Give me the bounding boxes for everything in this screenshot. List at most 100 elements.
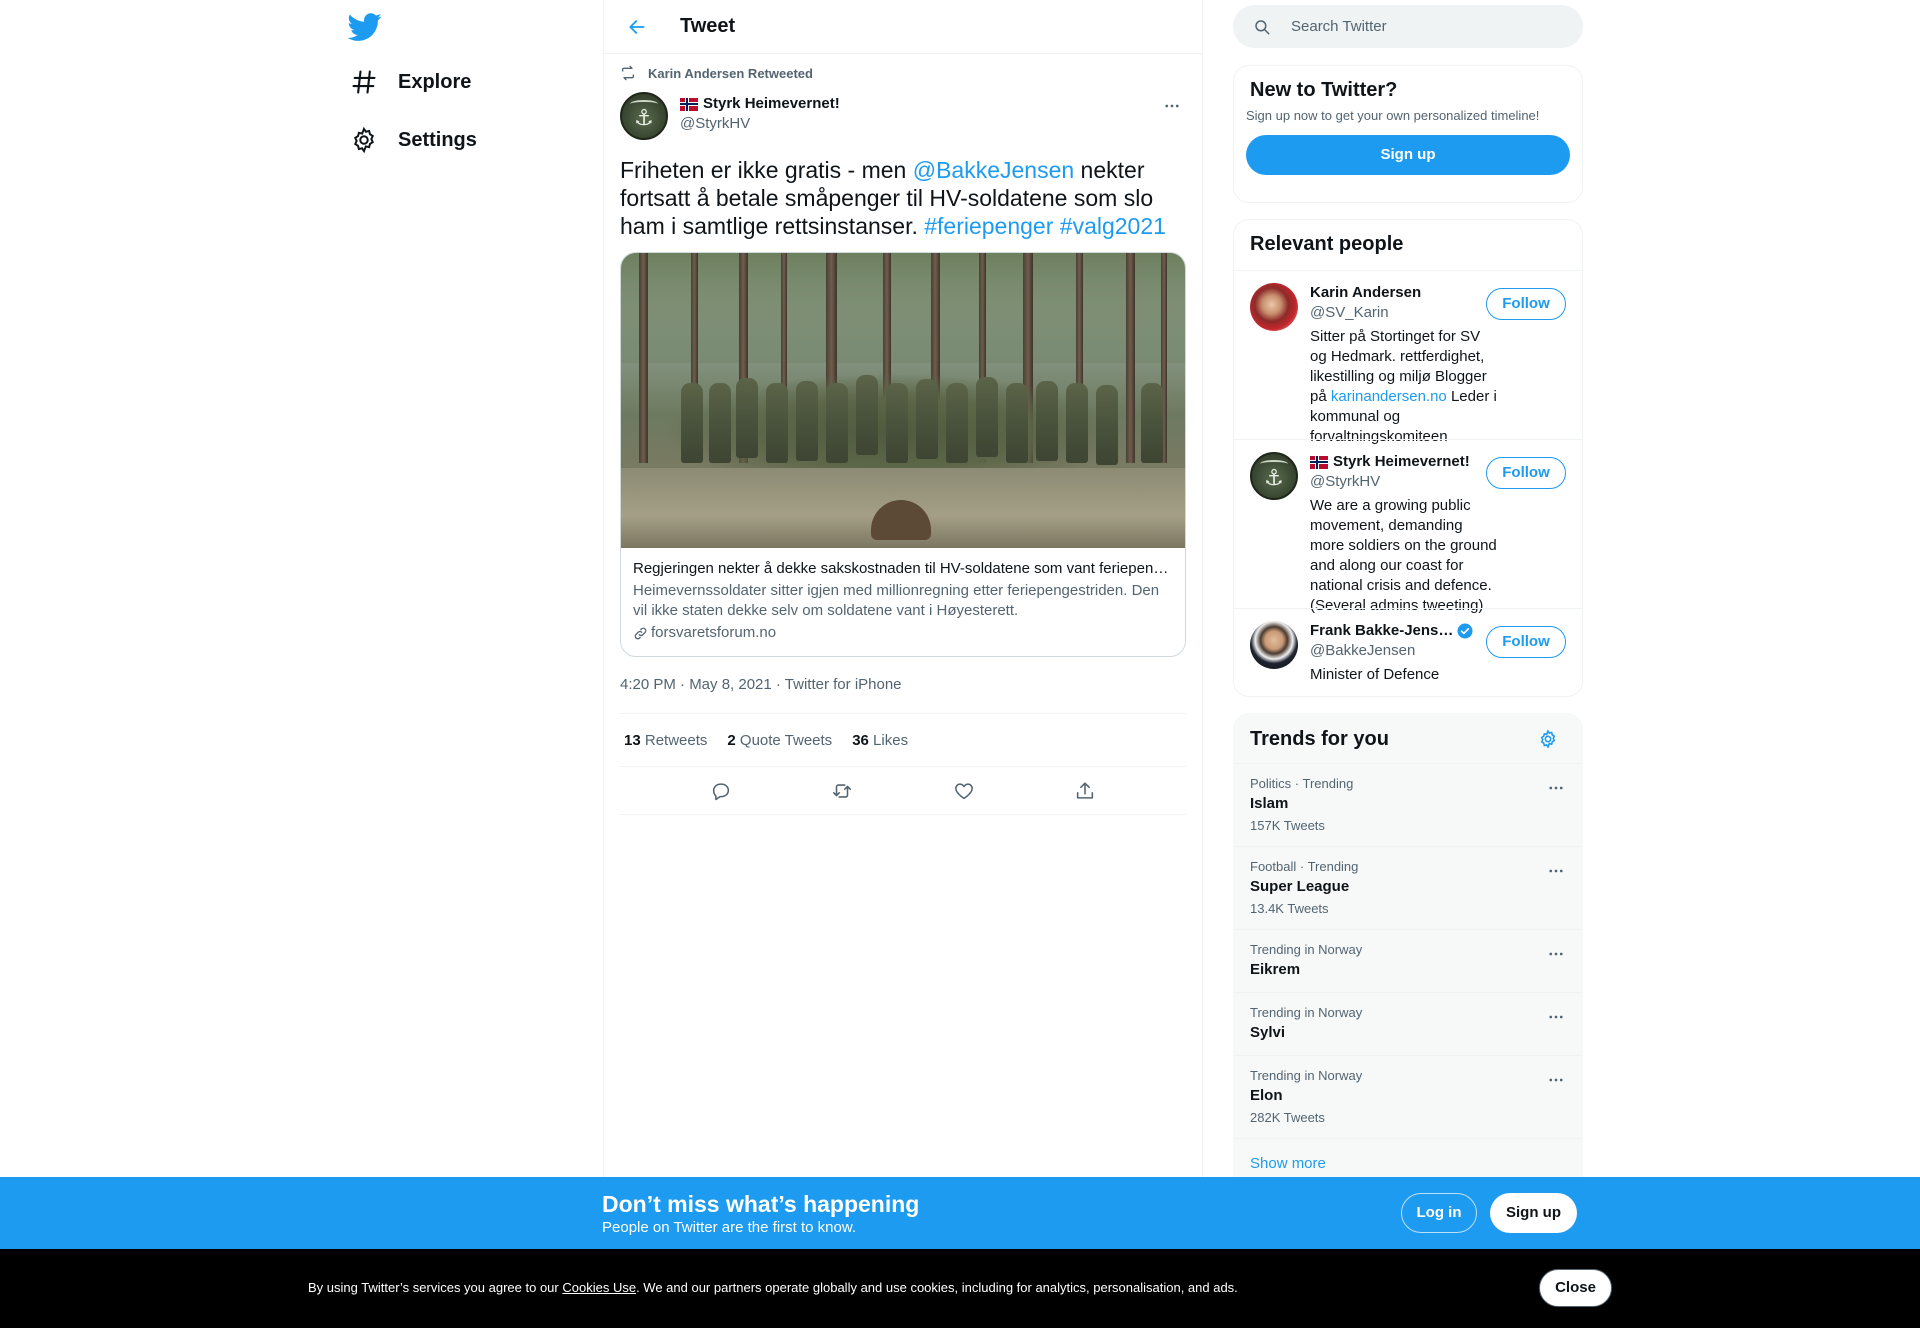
more-dots-icon: [1547, 1071, 1565, 1089]
more-dots-icon: [1547, 779, 1565, 797]
hashtag-link[interactable]: #valg2021: [1060, 213, 1166, 239]
tweet-actions: [620, 767, 1186, 815]
new-to-twitter-box: New to Twitter? Sign up now to get your …: [1233, 65, 1583, 203]
tweet-stats: 13 Retweets 2 Quote Tweets 36 Likes: [620, 714, 1186, 767]
relevant-people-title: Relevant people: [1250, 233, 1404, 255]
tweet: Karin Andersen Retweeted ⚓ Styrk Heimeve…: [604, 54, 1202, 815]
banner-subtitle: People on Twitter are the first to know.: [602, 1219, 857, 1236]
trend-more-button[interactable]: [1542, 859, 1570, 883]
more-dots-icon: [1547, 945, 1565, 963]
follow-button[interactable]: Follow: [1486, 288, 1566, 320]
retweets-label: Retweets: [644, 731, 708, 749]
trend-item[interactable]: Politics · Trending Islam 157K Tweets: [1234, 763, 1582, 846]
trend-item[interactable]: Trending in Norway Sylvi: [1234, 992, 1582, 1055]
avatar[interactable]: [1250, 283, 1298, 331]
cookies-use-link[interactable]: Cookies Use: [562, 1280, 636, 1295]
trend-count: 13.4K Tweets: [1250, 901, 1329, 916]
person-card[interactable]: Karin Andersen @SV_Karin Sitter på Stort…: [1234, 270, 1582, 445]
heart-icon[interactable]: [953, 780, 975, 802]
author-name: Styrk Heimevernet!: [703, 95, 840, 112]
trend-meta: Trending in Norway: [1250, 1068, 1363, 1083]
mention-link[interactable]: @BakkeJensen: [913, 157, 1074, 183]
avatar[interactable]: [1250, 621, 1298, 669]
bio-link[interactable]: karinandersen.no: [1331, 388, 1447, 405]
reply-icon[interactable]: [710, 780, 732, 802]
person-bio: We are a growing public movement, demand…: [1310, 497, 1497, 614]
trend-more-button[interactable]: [1542, 1068, 1570, 1092]
gear-icon[interactable]: [1538, 729, 1558, 749]
trends-box: Trends for you Politics · Trending Islam…: [1233, 713, 1583, 1193]
trend-meta: Football · Trending: [1250, 859, 1359, 874]
follow-button[interactable]: Follow: [1486, 457, 1566, 489]
signup-button[interactable]: Sign up: [1490, 1193, 1577, 1233]
cookie-text-post: . We and our partners operate globally a…: [636, 1280, 1238, 1295]
author-handle[interactable]: @StyrkHV: [680, 114, 840, 134]
trend-name: Islam: [1250, 795, 1289, 812]
cookie-text: By using Twitter’s services you agree to…: [308, 1279, 1238, 1297]
person-card[interactable]: Frank Bakke-Jens… @BakkeJensen Minister …: [1234, 608, 1582, 696]
new-to-twitter-title: New to Twitter?: [1250, 79, 1398, 101]
person-card[interactable]: ⚓ Styrk Heimevernet! @StyrkHV We are a g…: [1234, 439, 1582, 614]
trend-more-button[interactable]: [1542, 942, 1570, 966]
person-name[interactable]: Karin Andersen: [1310, 283, 1500, 303]
author-display-name[interactable]: Styrk Heimevernet!: [680, 94, 840, 114]
login-button[interactable]: Log in: [1401, 1193, 1477, 1233]
norway-flag-icon: [1310, 455, 1328, 469]
retweet-context[interactable]: Karin Andersen Retweeted: [620, 54, 1186, 92]
tweet-author: ⚓ Styrk Heimevernet! @StyrkHV: [620, 92, 1186, 140]
card-domain: forsvaretsforum.no: [651, 624, 777, 641]
cookie-banner: By using Twitter’s services you agree to…: [0, 1249, 1920, 1328]
verified-badge-icon: [1456, 622, 1474, 640]
twitter-logo-icon[interactable]: [348, 10, 382, 44]
avatar[interactable]: ⚓: [1250, 452, 1298, 500]
likes-label: Likes: [873, 731, 909, 749]
avatar[interactable]: ⚓: [620, 92, 668, 140]
nav-explore[interactable]: Explore: [350, 60, 471, 104]
hashtag-link[interactable]: #feriepenger: [924, 213, 1053, 239]
trend-count: 282K Tweets: [1250, 1110, 1325, 1125]
tweet-text: Friheten er ikke gratis - men @BakkeJens…: [620, 156, 1186, 240]
tweet-text-part: Friheten er ikke gratis - men: [620, 157, 913, 183]
person-handle[interactable]: @BakkeJensen: [1310, 641, 1500, 661]
back-button[interactable]: [622, 12, 652, 42]
person-handle[interactable]: @StyrkHV: [1310, 472, 1500, 492]
cookie-close-button[interactable]: Close: [1539, 1269, 1612, 1307]
more-dots-icon: [1163, 97, 1181, 115]
trend-meta: Politics · Trending: [1250, 776, 1354, 791]
search-bar[interactable]: [1233, 5, 1583, 48]
quotes-label: Quote Tweets: [739, 731, 833, 749]
nav-settings[interactable]: Settings: [350, 118, 477, 162]
trend-more-button[interactable]: [1542, 1005, 1570, 1029]
gear-icon: [350, 126, 378, 154]
retweet-icon[interactable]: [831, 780, 853, 802]
cookie-text-pre: By using Twitter’s services you agree to…: [308, 1280, 563, 1295]
likes-stat[interactable]: 36 Likes: [852, 732, 908, 749]
trend-name: Elon: [1250, 1087, 1283, 1104]
page-title: Tweet: [680, 15, 736, 37]
retweet-icon: [620, 65, 636, 81]
norway-flag-icon: [680, 97, 698, 111]
person-display-name[interactable]: Frank Bakke-Jens…: [1310, 621, 1500, 641]
retweets-stat[interactable]: 13 Retweets: [624, 732, 707, 749]
share-icon[interactable]: [1074, 780, 1096, 802]
arrow-left-icon: [627, 17, 647, 37]
retweets-count: 13: [624, 731, 641, 749]
anchor-icon: ⚓: [634, 105, 654, 130]
person-display-name[interactable]: Styrk Heimevernet!: [1310, 452, 1500, 472]
search-input[interactable]: [1291, 18, 1551, 35]
main-column: Tweet Karin Andersen Retweeted ⚓ Styrk H…: [603, 0, 1203, 1328]
person-name: Styrk Heimevernet!: [1333, 453, 1470, 470]
trend-more-button[interactable]: [1542, 776, 1570, 800]
trend-item[interactable]: Trending in Norway Elon 282K Tweets: [1234, 1055, 1582, 1138]
quote-tweets-stat[interactable]: 2 Quote Tweets: [727, 732, 832, 749]
follow-button[interactable]: Follow: [1486, 626, 1566, 658]
trend-item[interactable]: Football · Trending Super League 13.4K T…: [1234, 846, 1582, 929]
trend-meta: Trending in Norway: [1250, 942, 1363, 957]
link-card[interactable]: Regjeringen nekter å dekke sakskostnaden…: [620, 252, 1186, 657]
tweet-timestamp[interactable]: 4:20 PM · May 8, 2021 · Twitter for iPho…: [620, 675, 1186, 714]
retweeted-by-text: Karin Andersen Retweeted: [648, 65, 813, 81]
sidebar-signup-button[interactable]: Sign up: [1246, 135, 1570, 175]
more-options-button[interactable]: [1158, 94, 1186, 118]
person-handle[interactable]: @SV_Karin: [1310, 303, 1500, 323]
trend-item[interactable]: Trending in Norway Eikrem: [1234, 929, 1582, 992]
